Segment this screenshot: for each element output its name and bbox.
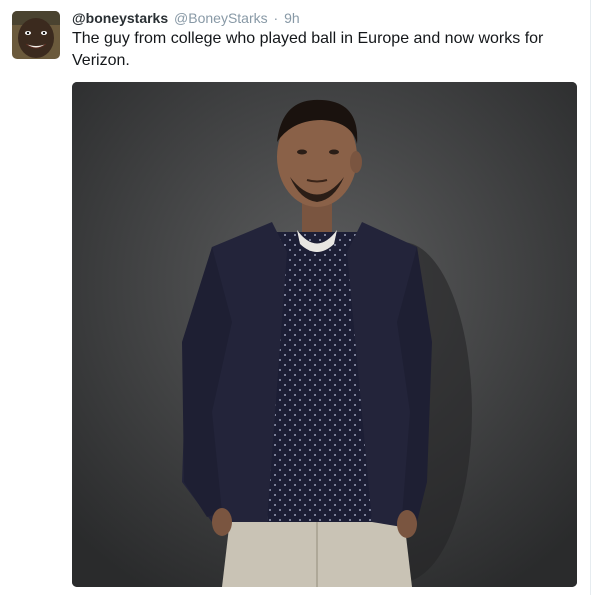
tweet-header: @boneystarks @BoneyStarks · 9h: [72, 10, 300, 27]
screen-name[interactable]: @BoneyStarks: [174, 10, 268, 26]
user-avatar[interactable]: [12, 11, 60, 59]
display-name[interactable]: @boneystarks: [72, 10, 168, 26]
tweet-timestamp[interactable]: 9h: [284, 10, 300, 26]
tweet-text: The guy from college who played ball in …: [72, 30, 544, 69]
tweet-photo[interactable]: [72, 82, 577, 587]
separator-dot: ·: [273, 10, 279, 26]
photo-man-in-cardigan-icon: [72, 82, 577, 587]
avatar-face-icon: [12, 11, 60, 59]
tweet-card: @boneystarks @BoneyStarks · 9h The guy f…: [0, 0, 591, 595]
